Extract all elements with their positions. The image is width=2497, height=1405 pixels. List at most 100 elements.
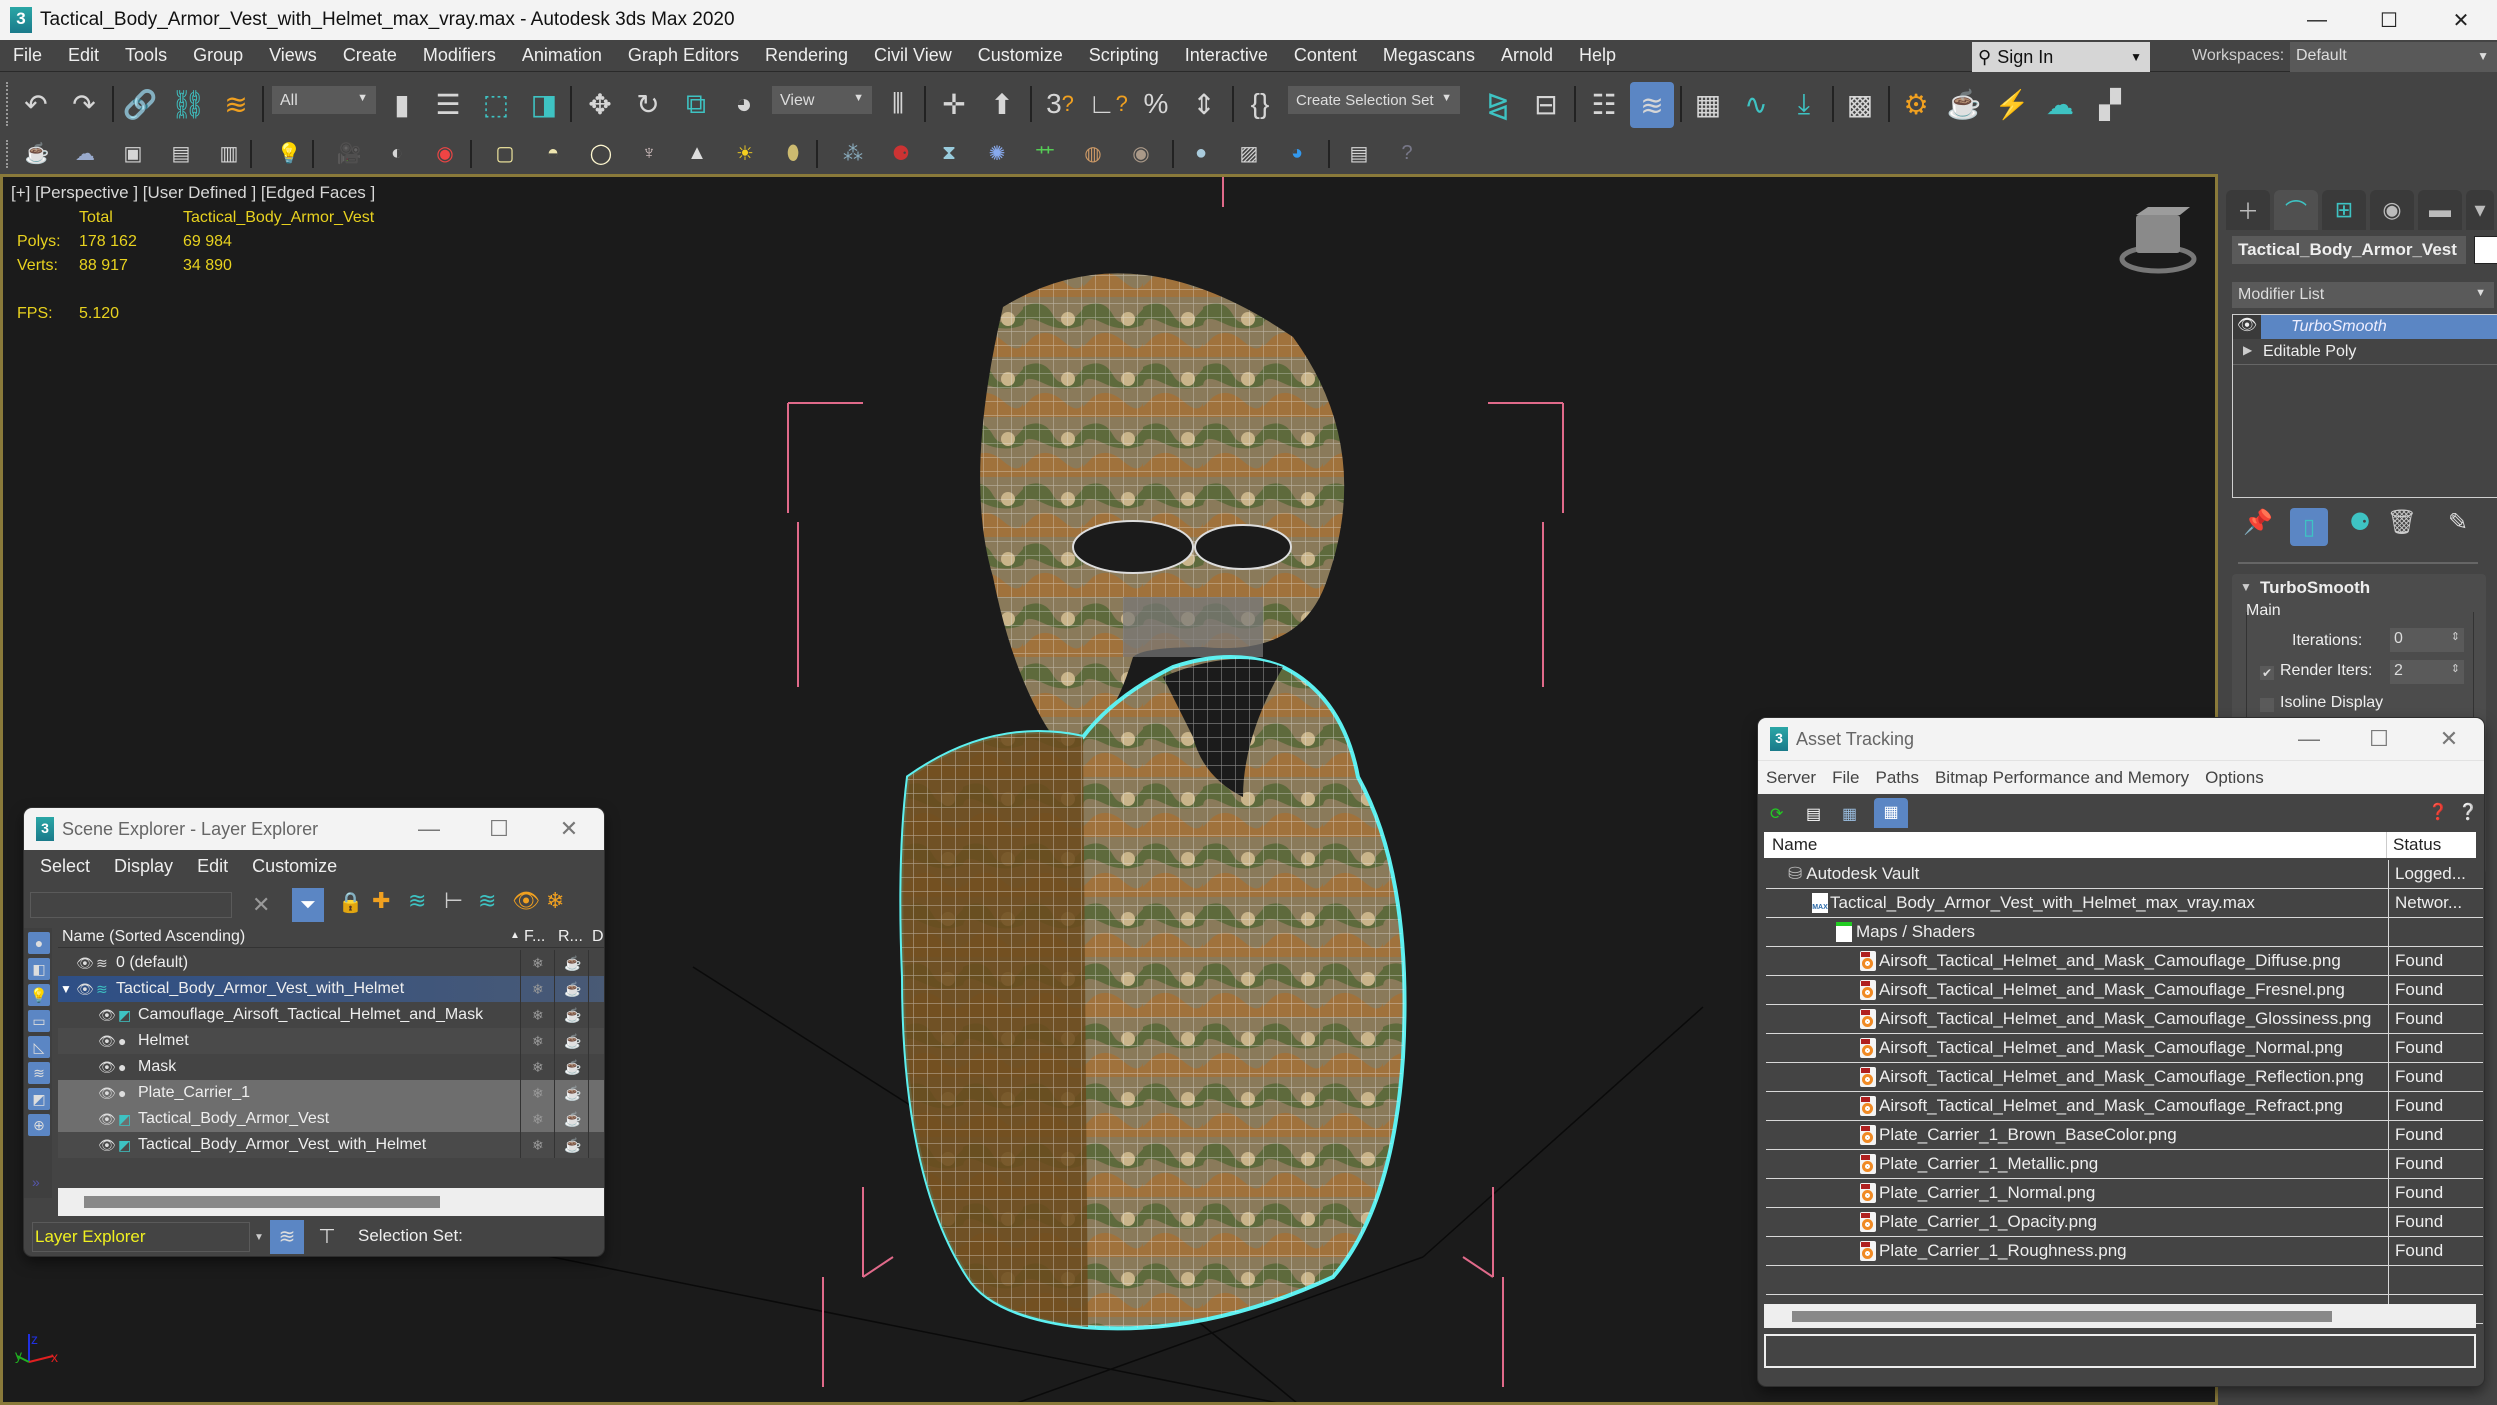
new-layer-icon[interactable]: ≋ xyxy=(408,888,426,914)
layer-row[interactable]: 👁 ◩ Tactical_Body_Armor_Vest ❄ ☕ xyxy=(58,1106,604,1132)
shapes-filter-icon[interactable]: ◧ xyxy=(28,958,50,980)
menu-help[interactable]: Help xyxy=(1566,45,1629,66)
asset-tracking-titlebar[interactable]: 3 Asset Tracking — ☐ ✕ xyxy=(1758,718,2484,760)
hierarchy-icon[interactable]: ⊢ xyxy=(444,888,463,914)
asset-row[interactable]: Airsoft_Tactical_Helmet_and_Mask_Camoufl… xyxy=(1766,946,2483,976)
helpers-filter-icon[interactable]: ◺ xyxy=(28,1036,50,1058)
unlink-icon[interactable]: ⛓ xyxy=(168,84,208,124)
close-button[interactable]: ✕ xyxy=(2425,0,2497,40)
select-object-icon[interactable]: ▮ xyxy=(382,84,422,124)
maximize-button[interactable]: ☐ xyxy=(2353,0,2425,40)
lock-icon[interactable]: 🔒 xyxy=(338,890,363,915)
teapot-icon[interactable]: ☕ xyxy=(22,138,52,168)
maximize-button[interactable]: ☐ xyxy=(464,808,534,850)
xrefs-filter-icon[interactable]: ⊕ xyxy=(28,1114,50,1136)
menu-content[interactable]: Content xyxy=(1281,45,1370,66)
menu-paths[interactable]: Paths xyxy=(1875,768,1918,788)
freeze-icon[interactable]: ❄ xyxy=(532,955,544,972)
reference-coordinate-dropdown[interactable]: View ▼ xyxy=(772,86,872,114)
menu-animation[interactable]: Animation xyxy=(509,45,615,66)
render-teapot-icon[interactable]: ☕ xyxy=(564,1007,581,1024)
freeze-icon[interactable]: ❄ xyxy=(532,1111,544,1128)
spinner-arrows-icon[interactable]: ⇕ xyxy=(2451,630,2460,643)
column-status-header[interactable]: Status xyxy=(2386,832,2447,858)
asset-row[interactable]: Plate_Carrier_1_Roughness.png Found xyxy=(1766,1236,2483,1266)
rollout-title[interactable]: TurboSmooth xyxy=(2260,578,2370,598)
menu-graph-editors[interactable]: Graph Editors xyxy=(615,45,752,66)
asset-row[interactable]: ⛁ Autodesk Vault Logged... xyxy=(1766,859,2483,889)
render-teapot-icon[interactable]: ☕ xyxy=(564,1059,581,1076)
configure-modifier-sets-icon[interactable]: ✎ xyxy=(2440,508,2476,544)
menu-display[interactable]: Display xyxy=(114,856,173,877)
remove-modifier-icon[interactable]: 🗑 xyxy=(2384,508,2420,544)
layers-icon[interactable]: ≋ xyxy=(478,888,496,914)
layer-row[interactable]: 👁 ◩ Tactical_Body_Armor_Vest_with_Helmet ❄ ☕ xyxy=(58,1132,604,1158)
create-selection-set-dropdown[interactable]: Create Selection Set ▼ xyxy=(1288,86,1460,114)
table-view-icon[interactable]: ▦ xyxy=(1874,798,1908,828)
geometry-filter-icon[interactable]: ● xyxy=(28,932,50,954)
link-icon[interactable]: 🔗 xyxy=(120,84,160,124)
workspaces-dropdown[interactable]: Default ▼ xyxy=(2290,42,2497,72)
menu-select[interactable]: Select xyxy=(40,856,90,877)
cameras-filter-icon[interactable]: ▭ xyxy=(28,1010,50,1032)
fur-icon[interactable]: ⺾ xyxy=(1030,138,1060,168)
keyboard-shortcut-override-icon[interactable]: ⬆ xyxy=(982,84,1022,124)
cloud-icon[interactable]: ☁ xyxy=(70,138,100,168)
hide-layer-icon[interactable]: 👁 xyxy=(512,888,540,914)
menu-interactive[interactable]: Interactive xyxy=(1172,45,1281,66)
move-icon[interactable]: ✥ xyxy=(580,84,620,124)
panel-grid-icon[interactable]: ▥ xyxy=(214,138,244,168)
spinner-arrows-icon[interactable]: ⇕ xyxy=(2451,662,2460,675)
menu-edit[interactable]: Edit xyxy=(197,856,228,877)
menu-customize[interactable]: Customize xyxy=(965,45,1076,66)
visibility-eye-icon[interactable]: 👁 xyxy=(98,1007,116,1024)
mirror-icon[interactable]: ⧎ xyxy=(1478,84,1518,124)
collapse-arrow-icon[interactable]: ▼ xyxy=(2240,580,2252,594)
rotate-icon[interactable]: ↻ xyxy=(628,84,668,124)
asset-row[interactable]: Maps / Shaders xyxy=(1766,917,2483,947)
expand-arrow-icon[interactable]: ▼ xyxy=(60,982,72,996)
stack-item-turbosmooth[interactable]: 👁 TurboSmooth xyxy=(2233,315,2497,339)
layer-row[interactable]: 👁 ● Mask ❄ ☕ xyxy=(58,1054,604,1080)
visibility-eye-icon[interactable]: 👁 xyxy=(98,1033,116,1050)
visibility-eye-icon[interactable]: 👁 xyxy=(76,981,94,998)
layer-row[interactable]: 👁 ● Helmet ❄ ☕ xyxy=(58,1028,604,1054)
curve-editor-icon[interactable]: ∿ xyxy=(1736,84,1776,124)
ies-light-icon[interactable]: ▲ xyxy=(682,138,712,168)
freeze-icon[interactable]: ❄ xyxy=(532,1007,544,1024)
angle-snap-icon[interactable]: ∟? xyxy=(1088,84,1128,124)
visibility-eye-icon[interactable]: 👁 xyxy=(98,1111,116,1128)
rendered-frame-window-icon[interactable]: ☕ xyxy=(1944,84,1984,124)
sun-icon[interactable]: ☀ xyxy=(730,138,760,168)
mat-id-icon[interactable]: ◕ xyxy=(1282,138,1312,168)
visibility-eye-icon[interactable]: 👁 xyxy=(98,1059,116,1076)
object-name-field[interactable]: Tactical_Body_Armor_Vest xyxy=(2232,236,2466,264)
menu-megascans[interactable]: Megascans xyxy=(1370,45,1488,66)
toggle-scene-explorer-icon[interactable]: ☷ xyxy=(1584,84,1624,124)
eye-icon[interactable]: 👁 xyxy=(2233,315,2261,339)
horizontal-scrollbar[interactable] xyxy=(58,1188,604,1216)
display-tab-icon[interactable]: ▬ xyxy=(2418,190,2462,230)
search-input[interactable] xyxy=(30,892,232,918)
scene-explorer-titlebar[interactable]: 3 Scene Explorer - Layer Explorer — ☐ ✕ xyxy=(24,808,604,850)
selection-filter-dropdown[interactable]: All ▼ xyxy=(272,86,376,114)
isoline-display-checkbox[interactable] xyxy=(2260,698,2274,712)
make-unique-icon[interactable]: ⚈ xyxy=(2342,508,2378,544)
bind-spacewarp-icon[interactable]: ≋ xyxy=(216,84,256,124)
undo-icon[interactable]: ↶ xyxy=(16,84,56,124)
render-teapot-icon[interactable]: ☕ xyxy=(564,1085,581,1102)
close-button[interactable]: ✕ xyxy=(534,808,604,850)
explorer-type-dropdown[interactable]: Layer Explorer xyxy=(32,1222,250,1252)
scale-icon[interactable]: ⧉ xyxy=(676,84,716,124)
render-shortcuts-icon[interactable]: ▞ xyxy=(2090,84,2130,124)
refresh-icon[interactable]: ⟳ xyxy=(1770,804,1783,824)
layer-row[interactable]: 👁 ≋ 0 (default) ❄ ☕ xyxy=(58,950,604,976)
vault-help-disabled-icon[interactable]: ❔ xyxy=(2458,802,2478,822)
layer-row[interactable]: 👁 ● Plate_Carrier_1 ❄ ☕ xyxy=(58,1080,604,1106)
proxy-icon[interactable]: ⁂ xyxy=(838,138,868,168)
select-manipulate-icon[interactable]: ✛ xyxy=(934,84,974,124)
pin-stack-icon[interactable]: 📌 xyxy=(2240,508,2276,544)
visibility-eye-icon[interactable]: 👁 xyxy=(98,1137,116,1154)
object-color-swatch[interactable] xyxy=(2474,236,2497,264)
asset-row[interactable]: Airsoft_Tactical_Helmet_and_Mask_Camoufl… xyxy=(1766,1033,2483,1063)
